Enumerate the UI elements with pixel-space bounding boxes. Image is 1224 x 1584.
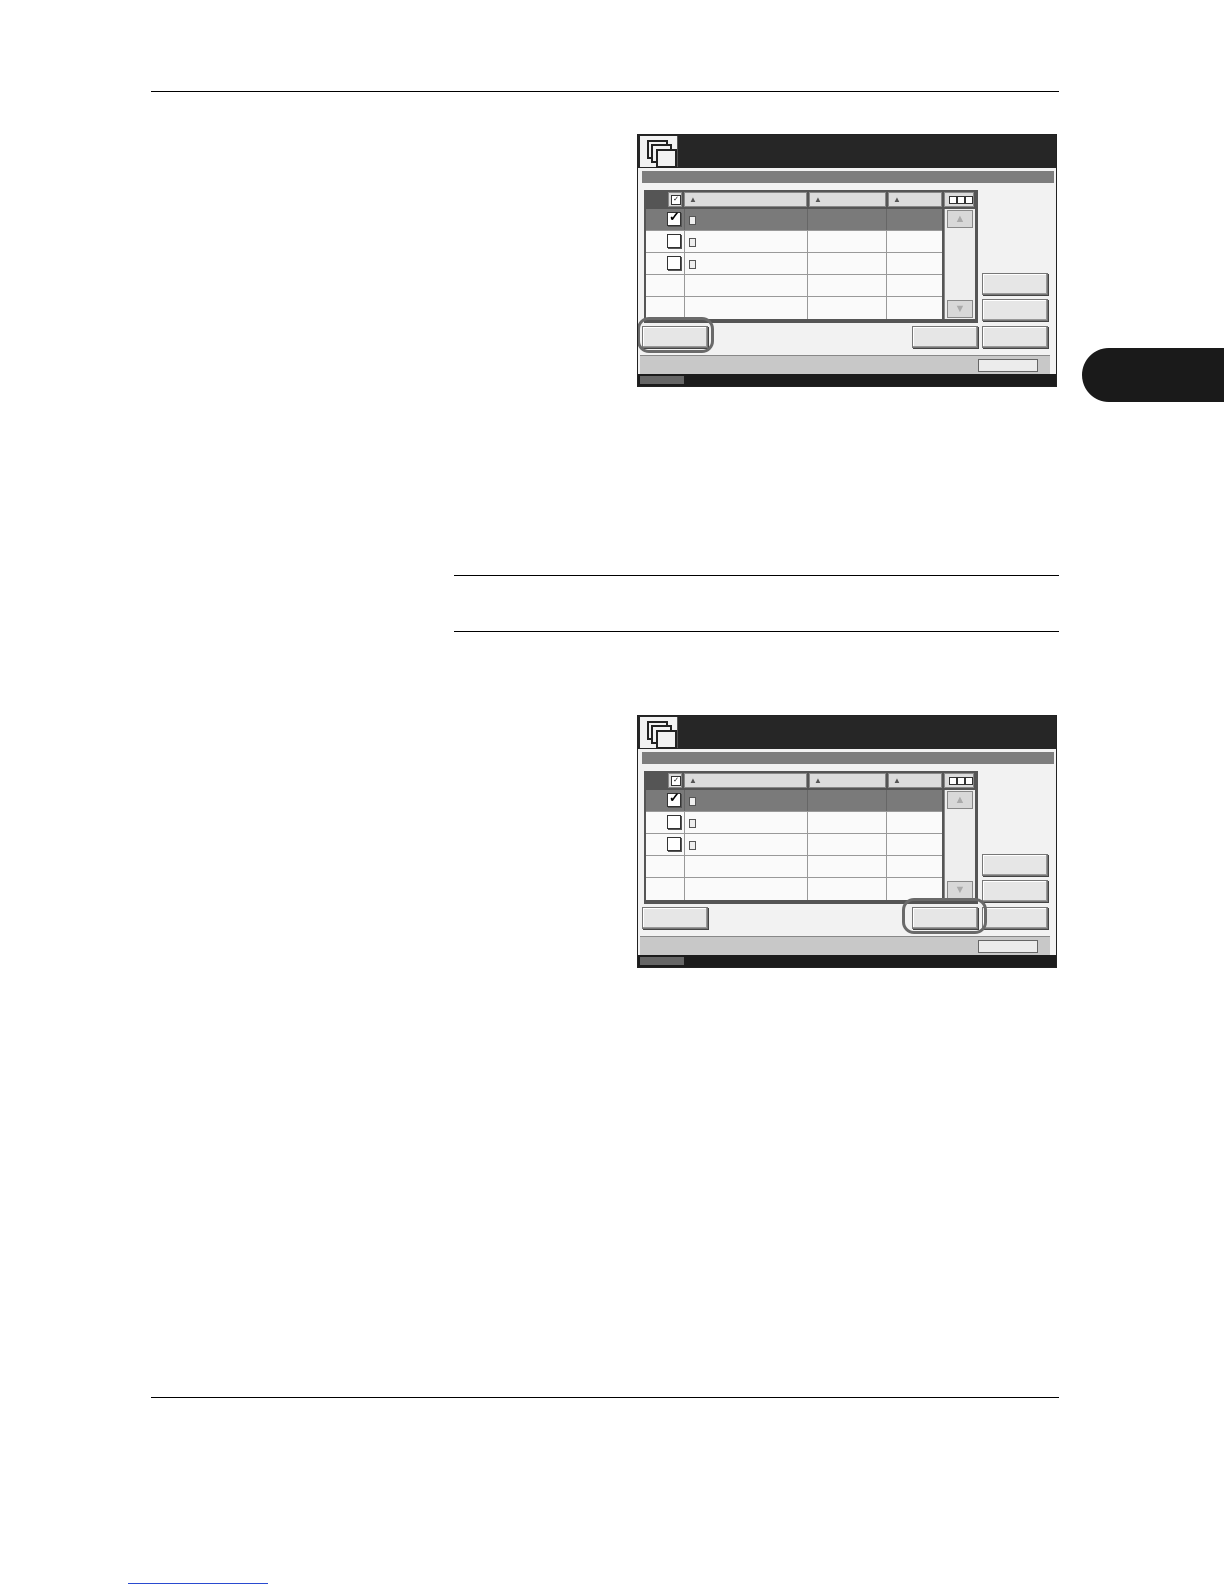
sort-triangle-icon: ▲ xyxy=(689,195,697,204)
scroll-up-icon[interactable]: ▲ xyxy=(947,791,973,809)
bottom-bar xyxy=(640,936,1050,955)
sort-triangle-icon: ▲ xyxy=(814,195,822,204)
table-row xyxy=(646,856,942,878)
document-box-icon xyxy=(640,717,678,749)
table-row[interactable]: ✓ xyxy=(646,209,942,231)
bottom-small-button[interactable] xyxy=(978,940,1038,953)
view-toggle-button[interactable] xyxy=(944,192,974,207)
row-checkbox[interactable]: ✓ xyxy=(667,209,681,226)
footer-rule xyxy=(151,1397,1059,1398)
table-row[interactable] xyxy=(646,834,942,856)
document-icon xyxy=(689,260,696,269)
column-header-name[interactable]: ▲ xyxy=(684,773,807,788)
side-button-2[interactable] xyxy=(982,880,1048,902)
status-bar xyxy=(638,374,1056,386)
title-bar xyxy=(638,135,1056,168)
bottom-bar xyxy=(640,355,1050,374)
scroll-down-icon[interactable]: ▼ xyxy=(947,300,973,318)
list-scrollbar[interactable]: ▲ ▼ xyxy=(944,209,975,319)
checkmark-icon: ✓ xyxy=(671,776,681,786)
side-button-2[interactable] xyxy=(982,299,1048,321)
checkmark-icon: ✓ xyxy=(669,209,680,224)
column-header-date[interactable]: ▲ xyxy=(809,773,886,788)
document-box-icon xyxy=(640,136,678,168)
table-row[interactable] xyxy=(646,253,942,275)
sub-title-bar xyxy=(642,171,1054,183)
document-list: ✓ ▲ ▲ ▲ ✓ ▲ ▼ xyxy=(644,771,978,904)
bottom-right-button[interactable] xyxy=(982,326,1048,348)
touch-panel-screen-1: ✓ ▲ ▲ ▲ ✓ ▲ ▼ xyxy=(637,134,1057,387)
document-icon xyxy=(689,238,696,247)
table-row xyxy=(646,297,942,319)
checkmark-icon: ✓ xyxy=(669,790,680,805)
note-rule-bottom xyxy=(454,631,1059,632)
highlight-callout xyxy=(902,898,987,934)
list-rows: ✓ xyxy=(646,790,942,900)
side-button-1[interactable] xyxy=(982,854,1048,876)
row-checkbox[interactable]: ✓ xyxy=(667,790,681,807)
document-list: ✓ ▲ ▲ ▲ ✓ ▲ ▼ xyxy=(644,190,978,323)
column-header-size[interactable]: ▲ xyxy=(888,773,942,788)
document-icon xyxy=(689,841,696,850)
row-checkbox[interactable] xyxy=(667,256,681,270)
checkmark-icon: ✓ xyxy=(671,195,681,205)
select-all-checkbox[interactable]: ✓ xyxy=(668,192,682,207)
column-header-size[interactable]: ▲ xyxy=(888,192,942,207)
table-row[interactable] xyxy=(646,812,942,834)
left-bottom-button[interactable] xyxy=(642,907,708,929)
bottom-middle-button[interactable] xyxy=(912,326,978,348)
scroll-down-icon[interactable]: ▼ xyxy=(947,881,973,899)
sort-triangle-icon: ▲ xyxy=(689,776,697,785)
document-icon xyxy=(689,819,696,828)
touch-panel-screen-2: ✓ ▲ ▲ ▲ ✓ ▲ ▼ xyxy=(637,715,1057,968)
sort-triangle-icon: ▲ xyxy=(893,195,901,204)
document-icon xyxy=(689,216,696,225)
row-checkbox[interactable] xyxy=(667,837,681,851)
sort-triangle-icon: ▲ xyxy=(814,776,822,785)
table-row[interactable]: ✓ xyxy=(646,790,942,812)
column-header-name[interactable]: ▲ xyxy=(684,192,807,207)
note-text xyxy=(454,585,1059,625)
scroll-up-icon[interactable]: ▲ xyxy=(947,210,973,228)
sub-title-bar xyxy=(642,752,1054,764)
status-bar xyxy=(638,955,1056,967)
row-checkbox[interactable] xyxy=(667,815,681,829)
side-button-1[interactable] xyxy=(982,273,1048,295)
header-rule xyxy=(151,91,1059,92)
column-header-date[interactable]: ▲ xyxy=(809,192,886,207)
list-rows: ✓ xyxy=(646,209,942,319)
table-row xyxy=(646,275,942,297)
table-row xyxy=(646,878,942,900)
highlight-callout xyxy=(638,317,714,353)
table-row[interactable] xyxy=(646,231,942,253)
select-all-checkbox[interactable]: ✓ xyxy=(668,773,682,788)
document-icon xyxy=(689,797,696,806)
row-checkbox[interactable] xyxy=(667,234,681,248)
note-rule-top xyxy=(454,575,1059,576)
chapter-tab xyxy=(1082,348,1224,402)
view-toggle-button[interactable] xyxy=(944,773,974,788)
sort-triangle-icon: ▲ xyxy=(893,776,901,785)
title-bar xyxy=(638,716,1056,749)
bottom-small-button[interactable] xyxy=(978,359,1038,372)
list-scrollbar[interactable]: ▲ ▼ xyxy=(944,790,975,900)
bottom-right-button[interactable] xyxy=(982,907,1048,929)
